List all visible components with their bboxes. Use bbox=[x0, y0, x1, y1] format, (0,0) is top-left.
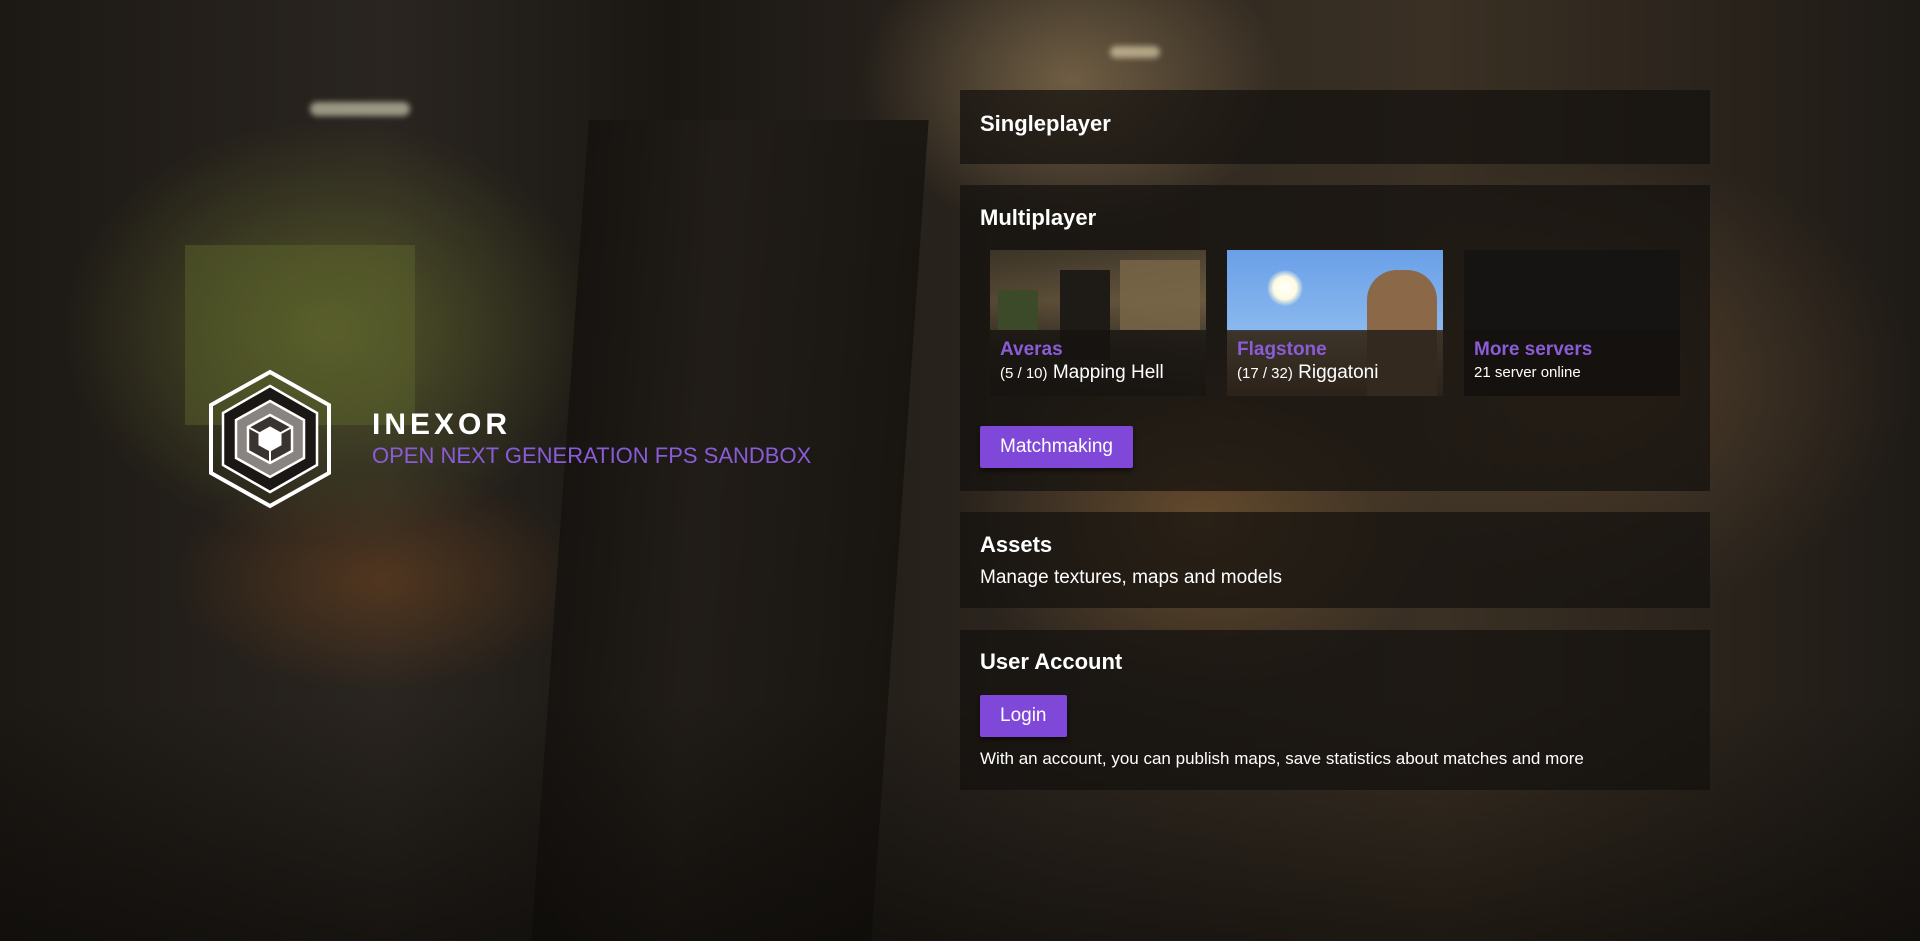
server-card-caption: Averas (5 / 10) Mapping Hell bbox=[990, 330, 1206, 396]
server-map-name: Mapping Hell bbox=[1052, 362, 1164, 383]
server-name: Averas bbox=[1000, 339, 1063, 360]
assets-panel[interactable]: Assets Manage textures, maps and models bbox=[960, 512, 1710, 608]
server-name: Flagstone bbox=[1237, 339, 1327, 360]
singleplayer-title[interactable]: Singleplayer bbox=[980, 111, 1111, 137]
multiplayer-title: Multiplayer bbox=[980, 205, 1097, 230]
server-player-count: (17 / 32) bbox=[1237, 365, 1293, 382]
hexagon-cube-icon bbox=[209, 369, 331, 509]
server-info: (5 / 10) Mapping Hell bbox=[1000, 362, 1196, 385]
map-preview-image bbox=[1120, 260, 1200, 330]
background-light bbox=[1110, 46, 1160, 58]
server-online-count: 21 server online bbox=[1474, 364, 1581, 381]
more-servers-title: More servers bbox=[1474, 339, 1593, 360]
assets-description: Manage textures, maps and models bbox=[980, 567, 1283, 588]
more-servers-card[interactable]: More servers 21 server online bbox=[1464, 250, 1680, 396]
matchmaking-button[interactable]: Matchmaking bbox=[980, 426, 1133, 468]
user-account-title: User Account bbox=[980, 649, 1123, 674]
singleplayer-panel[interactable]: Singleplayer bbox=[960, 90, 1710, 164]
map-preview-image bbox=[998, 290, 1038, 330]
brand-logo: INEXOR OPEN NEXT GENERATION FPS SANDBOX bbox=[208, 369, 811, 509]
user-account-description: With an account, you can publish maps, s… bbox=[980, 749, 1584, 768]
server-card-caption: More servers 21 server online bbox=[1464, 330, 1680, 396]
map-preview-sun bbox=[1267, 270, 1303, 306]
server-map-name: Riggatoni bbox=[1298, 362, 1379, 383]
multiplayer-panel: Multiplayer Averas (5 / 10) Mapping Hell… bbox=[960, 185, 1710, 491]
background-light bbox=[310, 102, 410, 116]
brand-title: INEXOR bbox=[372, 408, 512, 441]
login-button[interactable]: Login bbox=[980, 695, 1067, 737]
server-info: (17 / 32) Riggatoni bbox=[1237, 362, 1433, 385]
user-account-panel: User Account Login With an account, you … bbox=[960, 630, 1710, 790]
assets-title[interactable]: Assets bbox=[980, 532, 1052, 558]
server-card-caption: Flagstone (17 / 32) Riggatoni bbox=[1227, 330, 1443, 396]
server-player-count: (5 / 10) bbox=[1000, 365, 1048, 382]
server-card-averas[interactable]: Averas (5 / 10) Mapping Hell bbox=[990, 250, 1206, 396]
server-card-flagstone[interactable]: Flagstone (17 / 32) Riggatoni bbox=[1227, 250, 1443, 396]
brand-subtitle: OPEN NEXT GENERATION FPS SANDBOX bbox=[372, 443, 812, 468]
